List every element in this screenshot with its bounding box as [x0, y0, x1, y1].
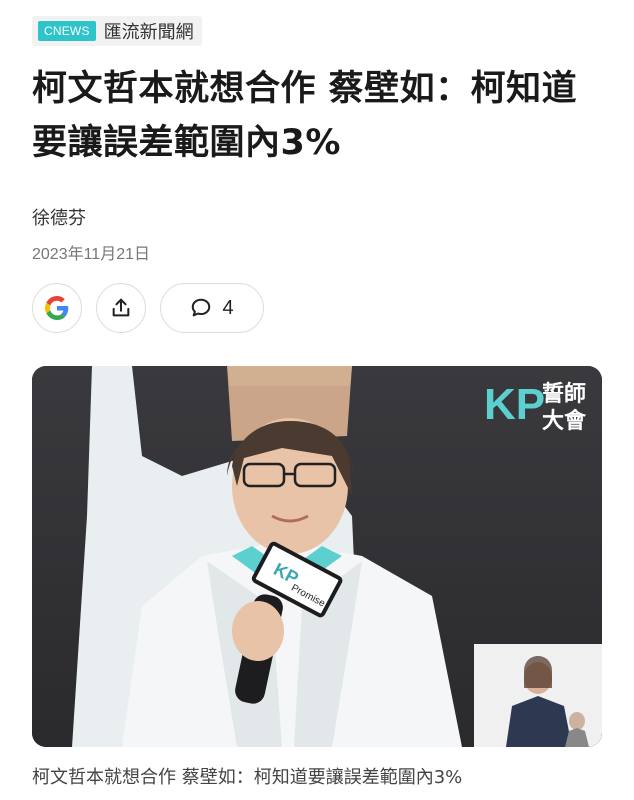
article-hero-image[interactable]: KP Promise KP 誓師 大會: [32, 366, 602, 747]
source-tag[interactable]: CNEWS 匯流新聞網: [32, 16, 202, 46]
google-icon: [45, 296, 69, 320]
source-name: 匯流新聞網: [103, 22, 194, 43]
google-button[interactable]: [32, 283, 82, 333]
share-icon: [112, 298, 130, 317]
share-button[interactable]: [96, 283, 146, 333]
comment-icon: [192, 298, 211, 317]
source-badge: CNEWS: [38, 21, 96, 41]
action-bar: 4: [32, 283, 264, 333]
event-title-line2: 大會: [542, 408, 587, 434]
comment-button[interactable]: 4: [160, 283, 264, 333]
hero-photo: KP Promise KP 誓師 大會: [32, 366, 602, 747]
kp-logo: KP: [484, 380, 545, 429]
comment-count: 4: [222, 296, 234, 319]
article-author[interactable]: 徐德芬: [32, 204, 86, 230]
image-caption: 柯文哲本就想合作 蔡壁如：柯知道要讓誤差範圍內3%: [32, 767, 463, 788]
article-date: 2023年11月21日: [32, 246, 151, 263]
article-title: 柯文哲本就想合作 蔡壁如：柯知道要讓誤差範圍內3%: [32, 69, 578, 163]
event-title-line1: 誓師: [542, 381, 586, 407]
